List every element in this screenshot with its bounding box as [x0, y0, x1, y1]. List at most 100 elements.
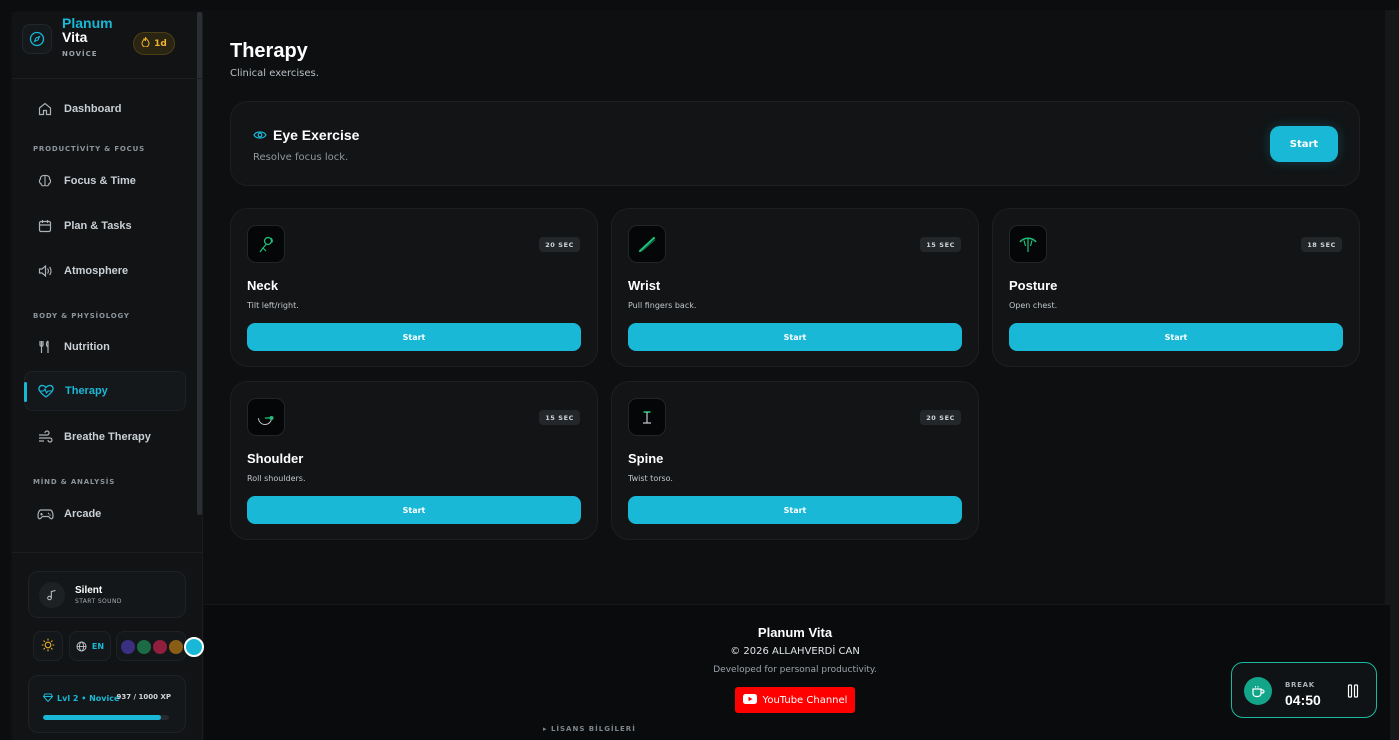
footer-tagline: Developed for personal productivity. [713, 665, 877, 675]
diamond-icon [42, 693, 54, 704]
wind-icon [36, 428, 54, 446]
exercise-description: Roll shoulders. [247, 474, 306, 483]
streak-label: 1d [154, 38, 167, 49]
footer-title: Planum Vita [757, 625, 833, 640]
sidebar-item-label: Breathe Therapy [64, 431, 151, 443]
sidebar-item-breathe-therapy[interactable]: Breathe Therapy [24, 417, 186, 457]
gamepad-icon [36, 505, 54, 523]
wrist-icon [628, 225, 666, 263]
utensils-icon [36, 338, 54, 356]
section-body: BODY & PHYSİOLOGY [33, 312, 130, 320]
user-rank: NOVİCE [62, 50, 98, 58]
wrist-start-button[interactable]: Start [628, 323, 962, 351]
sidebar-item-arcade[interactable]: Arcade [24, 494, 186, 534]
sun-icon [41, 637, 55, 656]
sidebar-item-atmosphere[interactable]: Atmosphere [24, 251, 186, 291]
neck-icon [247, 225, 285, 263]
shoulder-start-button[interactable]: Start [247, 496, 581, 524]
heart-pulse-icon [37, 382, 55, 400]
flame-icon [141, 36, 150, 50]
color-swatch-indigo[interactable] [121, 640, 135, 654]
duration-badge: 20 SEC [920, 410, 961, 425]
eye-icon [253, 127, 267, 143]
eye-exercise-start-button[interactable]: Start [1270, 126, 1338, 162]
exercise-description: Tilt left/right. [247, 301, 299, 310]
color-swatch-crimson[interactable] [153, 640, 167, 654]
neck-start-button[interactable]: Start [247, 323, 581, 351]
sidebar-item-focus-time[interactable]: Focus & Time [24, 161, 186, 201]
footer: Planum Vita © 2026 ALLAHVERDİ CAN Develo… [204, 604, 1390, 740]
shoulder-icon [247, 398, 285, 436]
break-timer[interactable]: BREAK 04:50 [1231, 662, 1377, 718]
xp-value: 937 / 1000 XP [116, 693, 172, 701]
sidebar-item-plan-tasks[interactable]: Plan & Tasks [24, 206, 186, 246]
exercise-card-posture: 18 SEC Posture Open chest. Start [992, 208, 1360, 367]
sidebar-scrollbar[interactable] [197, 12, 202, 515]
section-mind: MİND & ANALYSİS [33, 478, 116, 486]
theme-toggle-button[interactable] [33, 631, 63, 661]
exercise-description: Pull fingers back. [628, 301, 697, 310]
xp-progress-fill [43, 715, 162, 720]
sidebar-item-dashboard[interactable]: Dashboard [24, 89, 186, 129]
speaker-icon [36, 262, 54, 280]
posture-icon [1009, 225, 1047, 263]
color-swatch-green[interactable] [137, 640, 151, 654]
xp-card: Lvl 2 • Novice 937 / 1000 XP [28, 675, 186, 733]
sidebar-item-label: Nutrition [64, 341, 110, 353]
exercise-title: Posture [1009, 278, 1058, 293]
brand-name-first: Planum [62, 15, 113, 31]
spine-start-button[interactable]: Start [628, 496, 962, 524]
exercise-card-spine: 20 SEC Spine Twist torso. Start [611, 381, 979, 540]
compass-icon [22, 24, 52, 54]
page-subtitle: Clinical exercises. [230, 68, 319, 79]
footer-copyright: © 2026 ALLAHVERDİ CAN [730, 646, 860, 657]
sound-title: Silent [75, 584, 103, 596]
sidebar-item-label: Focus & Time [64, 175, 136, 187]
eye-exercise-subtitle: Resolve focus lock. [253, 152, 349, 163]
duration-badge: 20 SEC [539, 237, 580, 252]
exercise-card-wrist: 15 SEC Wrist Pull fingers back. Start [611, 208, 979, 367]
divider [12, 552, 203, 553]
sidebar-item-label: Plan & Tasks [64, 220, 132, 232]
duration-badge: 15 SEC [539, 410, 580, 425]
exercise-description: Open chest. [1009, 301, 1058, 310]
posture-start-button[interactable]: Start [1009, 323, 1343, 351]
timer-label: BREAK [1285, 681, 1315, 689]
music-note-icon [39, 581, 65, 608]
xp-level: Lvl 2 • Novice [42, 693, 120, 704]
license-info-link[interactable]: ▸ LİSANS BİLGİLERİ [543, 725, 636, 733]
coffee-icon [1244, 677, 1272, 705]
streak-badge[interactable]: 1d [133, 32, 175, 55]
color-swatch-amber[interactable] [169, 640, 183, 654]
language-label: EN [91, 641, 105, 651]
sidebar-item-therapy[interactable]: Therapy [24, 371, 186, 411]
exercise-description: Twist torso. [628, 474, 673, 483]
brand-name-second: Vita [62, 29, 88, 45]
youtube-channel-button[interactable]: YouTube Channel [735, 687, 855, 713]
exercise-card-neck: 20 SEC Neck Tilt left/right. Start [230, 208, 598, 367]
sidebar-item-label: Atmosphere [64, 265, 129, 277]
duration-badge: 18 SEC [1301, 237, 1342, 252]
eye-exercise-card: Eye Exercise Resolve focus lock. Start [230, 101, 1360, 186]
language-button[interactable]: EN [69, 631, 111, 661]
sound-subtitle: START SOUND [75, 597, 122, 605]
sidebar-item-label: Therapy [65, 385, 108, 397]
exercise-card-shoulder: 15 SEC Shoulder Roll shoulders. Start [230, 381, 598, 540]
calendar-icon [36, 217, 54, 235]
brand[interactable]: Planum Vita NOVİCE [22, 16, 113, 58]
exercise-title: Spine [628, 451, 664, 466]
exercise-title: Shoulder [247, 451, 304, 466]
sidebar-item-label: Dashboard [64, 103, 122, 115]
xp-level-label: Lvl 2 • Novice [57, 694, 120, 703]
sound-toggle[interactable]: Silent START SOUND [28, 571, 186, 618]
globe-icon [76, 637, 87, 656]
color-swatch-cyan-selected[interactable] [184, 637, 204, 657]
sidebar-item-nutrition[interactable]: Nutrition [24, 327, 186, 367]
youtube-label: YouTube Channel [762, 694, 848, 706]
pause-icon[interactable] [1343, 681, 1363, 701]
exercise-title: Wrist [628, 278, 661, 293]
sidebar-item-label: Arcade [64, 508, 102, 520]
brain-icon [36, 172, 54, 190]
eye-exercise-title: Eye Exercise [273, 127, 360, 143]
xp-progress-bar [43, 715, 169, 720]
